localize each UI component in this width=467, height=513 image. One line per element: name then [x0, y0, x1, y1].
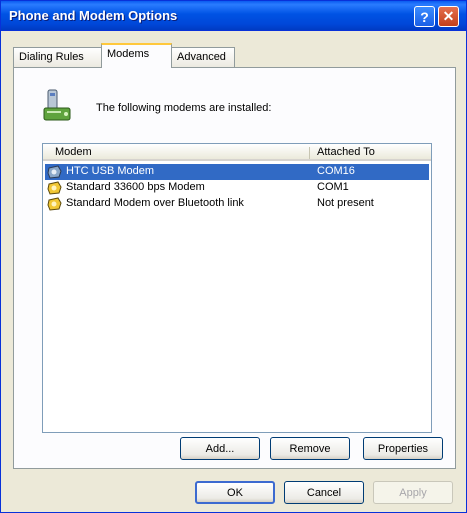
list-row[interactable]: Standard Modem over Bluetooth link Not p…	[45, 196, 429, 212]
close-button[interactable]: ✕	[438, 6, 459, 27]
add-button[interactable]: Add...	[180, 437, 260, 460]
modems-tab-panel: The following modems are installed: Mode…	[13, 67, 456, 469]
apply-button[interactable]: Apply	[373, 481, 453, 504]
tab-dialing-rules[interactable]: Dialing Rules	[13, 47, 102, 67]
column-separator[interactable]	[309, 147, 310, 159]
modem-port: COM1	[317, 181, 349, 193]
modem-phone-icon	[43, 89, 71, 121]
modem-port: COM16	[317, 165, 355, 177]
modem-name: HTC USB Modem	[66, 165, 155, 177]
column-header-modem[interactable]: Modem	[55, 146, 92, 158]
cancel-button[interactable]: Cancel	[284, 481, 364, 504]
phone-and-modem-options-dialog: Phone and Modem Options ? ✕ Dialing Rule…	[0, 0, 467, 513]
properties-button[interactable]: Properties	[363, 437, 443, 460]
modem-port: Not present	[317, 197, 374, 209]
modem-name: Standard 33600 bps Modem	[66, 181, 205, 193]
list-row[interactable]: Standard 33600 bps Modem COM1	[45, 180, 429, 196]
tab-modems[interactable]: Modems	[101, 43, 172, 68]
modem-list[interactable]: Modem Attached To HTC USB Modem COM16 St…	[42, 143, 432, 433]
title-bar[interactable]: Phone and Modem Options ? ✕	[1, 1, 466, 31]
modem-icon	[47, 197, 62, 211]
tab-advanced[interactable]: Advanced	[171, 47, 235, 67]
remove-button[interactable]: Remove	[270, 437, 350, 460]
modem-name: Standard Modem over Bluetooth link	[66, 197, 244, 209]
installed-modems-label: The following modems are installed:	[96, 102, 272, 114]
ok-button[interactable]: OK	[195, 481, 275, 504]
list-row[interactable]: HTC USB Modem COM16	[45, 164, 429, 180]
column-header-attached-to[interactable]: Attached To	[317, 146, 375, 158]
list-header: Modem Attached To	[43, 144, 431, 161]
modem-icon	[47, 181, 62, 195]
modem-icon	[47, 165, 62, 179]
window-title: Phone and Modem Options	[9, 8, 178, 23]
help-button[interactable]: ?	[414, 6, 435, 27]
